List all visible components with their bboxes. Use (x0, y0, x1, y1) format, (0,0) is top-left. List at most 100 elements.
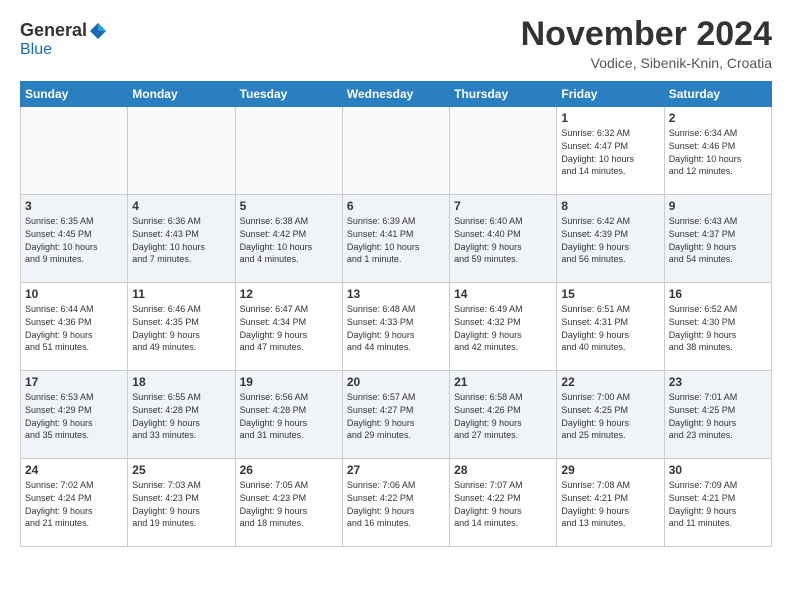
day-number: 20 (347, 375, 445, 389)
day-number: 7 (454, 199, 552, 213)
calendar-cell (235, 107, 342, 195)
page: General Blue November 2024 Vodice, Siben… (0, 0, 792, 612)
day-info: Sunrise: 6:58 AM Sunset: 4:26 PM Dayligh… (454, 391, 552, 441)
calendar-cell: 26 Sunrise: 7:05 AM Sunset: 4:23 PM Dayli… (235, 459, 342, 547)
calendar-cell: 24 Sunrise: 7:02 AM Sunset: 4:24 PM Dayli… (21, 459, 128, 547)
location: Vodice, Sibenik-Knin, Croatia (521, 55, 772, 71)
day-number: 29 (561, 463, 659, 477)
calendar-cell: 16Sunrise: 6:52 AM Sunset: 4:30 PM Dayli… (664, 283, 771, 371)
day-number: 5 (240, 199, 338, 213)
day-info: Sunrise: 7:06 AM Sunset: 4:22 PM Dayligh… (347, 479, 445, 529)
day-info: Sunrise: 6:52 AM Sunset: 4:30 PM Dayligh… (669, 303, 767, 353)
calendar-cell: 12 Sunrise: 6:47 AM Sunset: 4:34 PM Dayli… (235, 283, 342, 371)
calendar-cell: 7 Sunrise: 6:40 AM Sunset: 4:40 PM Daylig… (450, 195, 557, 283)
day-number: 10 (25, 287, 123, 301)
calendar-cell: 3 Sunrise: 6:35 AM Sunset: 4:45 PM Daylig… (21, 195, 128, 283)
calendar-cell: 29 Sunrise: 7:08 AM Sunset: 4:21 PM Dayli… (557, 459, 664, 547)
day-info: Sunrise: 6:40 AM Sunset: 4:40 PM Dayligh… (454, 215, 552, 265)
day-number: 13 (347, 287, 445, 301)
day-info: Sunrise: 7:02 AM Sunset: 4:24 PM Dayligh… (25, 479, 123, 529)
calendar-cell: 14Sunrise: 6:49 AM Sunset: 4:32 PM Dayli… (450, 283, 557, 371)
calendar-cell: 13 Sunrise: 6:48 AM Sunset: 4:33 PM Dayli… (342, 283, 449, 371)
calendar-cell: 9Sunrise: 6:43 AM Sunset: 4:37 PM Daylig… (664, 195, 771, 283)
day-info: Sunrise: 6:53 AM Sunset: 4:29 PM Dayligh… (25, 391, 123, 441)
logo-general-text: General (20, 20, 87, 41)
calendar-cell: 11 Sunrise: 6:46 AM Sunset: 4:35 PM Dayli… (128, 283, 235, 371)
day-info: Sunrise: 7:03 AM Sunset: 4:23 PM Dayligh… (132, 479, 230, 529)
day-info: Sunrise: 6:57 AM Sunset: 4:27 PM Dayligh… (347, 391, 445, 441)
day-info: Sunrise: 7:01 AM Sunset: 4:25 PM Dayligh… (669, 391, 767, 441)
day-info: Sunrise: 7:09 AM Sunset: 4:21 PM Dayligh… (669, 479, 767, 529)
calendar-cell: 8 Sunrise: 6:42 AM Sunset: 4:39 PM Daylig… (557, 195, 664, 283)
weekday-sunday: Sunday (21, 82, 128, 107)
day-info: Sunrise: 6:32 AM Sunset: 4:47 PM Dayligh… (561, 127, 659, 177)
calendar-cell: 18Sunrise: 6:55 AM Sunset: 4:28 PM Dayli… (128, 371, 235, 459)
day-info: Sunrise: 7:08 AM Sunset: 4:21 PM Dayligh… (561, 479, 659, 529)
calendar-cell: 19Sunrise: 6:56 AM Sunset: 4:28 PM Dayli… (235, 371, 342, 459)
day-number: 21 (454, 375, 552, 389)
logo: General Blue (20, 20, 108, 59)
day-number: 23 (669, 375, 767, 389)
day-info: Sunrise: 6:51 AM Sunset: 4:31 PM Dayligh… (561, 303, 659, 353)
day-number: 2 (669, 111, 767, 125)
header: General Blue November 2024 Vodice, Siben… (20, 16, 772, 71)
day-info: Sunrise: 6:47 AM Sunset: 4:34 PM Dayligh… (240, 303, 338, 353)
weekday-wednesday: Wednesday (342, 82, 449, 107)
day-info: Sunrise: 6:39 AM Sunset: 4:41 PM Dayligh… (347, 215, 445, 265)
week-row-3: 17 Sunrise: 6:53 AM Sunset: 4:29 PM Dayli… (21, 371, 772, 459)
day-info: Sunrise: 6:42 AM Sunset: 4:39 PM Dayligh… (561, 215, 659, 265)
day-info: Sunrise: 6:35 AM Sunset: 4:45 PM Dayligh… (25, 215, 123, 265)
day-info: Sunrise: 7:05 AM Sunset: 4:23 PM Dayligh… (240, 479, 338, 529)
day-number: 30 (669, 463, 767, 477)
day-number: 26 (240, 463, 338, 477)
weekday-thursday: Thursday (450, 82, 557, 107)
day-number: 15 (561, 287, 659, 301)
calendar-cell: 30 Sunrise: 7:09 AM Sunset: 4:21 PM Dayli… (664, 459, 771, 547)
day-number: 14 (454, 287, 552, 301)
calendar-cell (21, 107, 128, 195)
weekday-monday: Monday (128, 82, 235, 107)
day-number: 17 (25, 375, 123, 389)
calendar-cell: 15 Sunrise: 6:51 AM Sunset: 4:31 PM Dayli… (557, 283, 664, 371)
day-info: Sunrise: 6:55 AM Sunset: 4:28 PM Dayligh… (132, 391, 230, 441)
day-info: Sunrise: 6:46 AM Sunset: 4:35 PM Dayligh… (132, 303, 230, 353)
day-number: 11 (132, 287, 230, 301)
day-info: Sunrise: 6:43 AM Sunset: 4:37 PM Dayligh… (669, 215, 767, 265)
logo-blue-text: Blue (20, 41, 52, 58)
calendar-cell: 23 Sunrise: 7:01 AM Sunset: 4:25 PM Dayli… (664, 371, 771, 459)
calendar-cell: 4Sunrise: 6:36 AM Sunset: 4:43 PM Daylig… (128, 195, 235, 283)
calendar-cell (128, 107, 235, 195)
week-row-1: 3 Sunrise: 6:35 AM Sunset: 4:45 PM Daylig… (21, 195, 772, 283)
calendar-cell: 10Sunrise: 6:44 AM Sunset: 4:36 PM Dayli… (21, 283, 128, 371)
weekday-header-row: SundayMondayTuesdayWednesdayThursdayFrid… (21, 82, 772, 107)
weekday-friday: Friday (557, 82, 664, 107)
calendar-cell: 6 Sunrise: 6:39 AM Sunset: 4:41 PM Daylig… (342, 195, 449, 283)
day-info: Sunrise: 6:38 AM Sunset: 4:42 PM Dayligh… (240, 215, 338, 265)
calendar-cell: 2Sunrise: 6:34 AM Sunset: 4:46 PM Daylig… (664, 107, 771, 195)
week-row-2: 10Sunrise: 6:44 AM Sunset: 4:36 PM Dayli… (21, 283, 772, 371)
calendar-cell: 5 Sunrise: 6:38 AM Sunset: 4:42 PM Daylig… (235, 195, 342, 283)
calendar-cell: 1 Sunrise: 6:32 AM Sunset: 4:47 PM Daylig… (557, 107, 664, 195)
calendar-cell: 25 Sunrise: 7:03 AM Sunset: 4:23 PM Dayli… (128, 459, 235, 547)
weekday-saturday: Saturday (664, 82, 771, 107)
calendar-cell (450, 107, 557, 195)
calendar-cell: 20 Sunrise: 6:57 AM Sunset: 4:27 PM Dayli… (342, 371, 449, 459)
day-number: 3 (25, 199, 123, 213)
day-number: 6 (347, 199, 445, 213)
day-number: 27 (347, 463, 445, 477)
day-info: Sunrise: 6:48 AM Sunset: 4:33 PM Dayligh… (347, 303, 445, 353)
week-row-0: 1 Sunrise: 6:32 AM Sunset: 4:47 PM Daylig… (21, 107, 772, 195)
day-number: 12 (240, 287, 338, 301)
day-number: 25 (132, 463, 230, 477)
day-number: 8 (561, 199, 659, 213)
calendar-cell: 27 Sunrise: 7:06 AM Sunset: 4:22 PM Dayli… (342, 459, 449, 547)
day-info: Sunrise: 6:36 AM Sunset: 4:43 PM Dayligh… (132, 215, 230, 265)
calendar: SundayMondayTuesdayWednesdayThursdayFrid… (20, 81, 772, 547)
calendar-cell: 28Sunrise: 7:07 AM Sunset: 4:22 PM Dayli… (450, 459, 557, 547)
day-number: 1 (561, 111, 659, 125)
weekday-tuesday: Tuesday (235, 82, 342, 107)
day-info: Sunrise: 7:07 AM Sunset: 4:22 PM Dayligh… (454, 479, 552, 529)
day-number: 24 (25, 463, 123, 477)
calendar-cell (342, 107, 449, 195)
day-info: Sunrise: 6:56 AM Sunset: 4:28 PM Dayligh… (240, 391, 338, 441)
